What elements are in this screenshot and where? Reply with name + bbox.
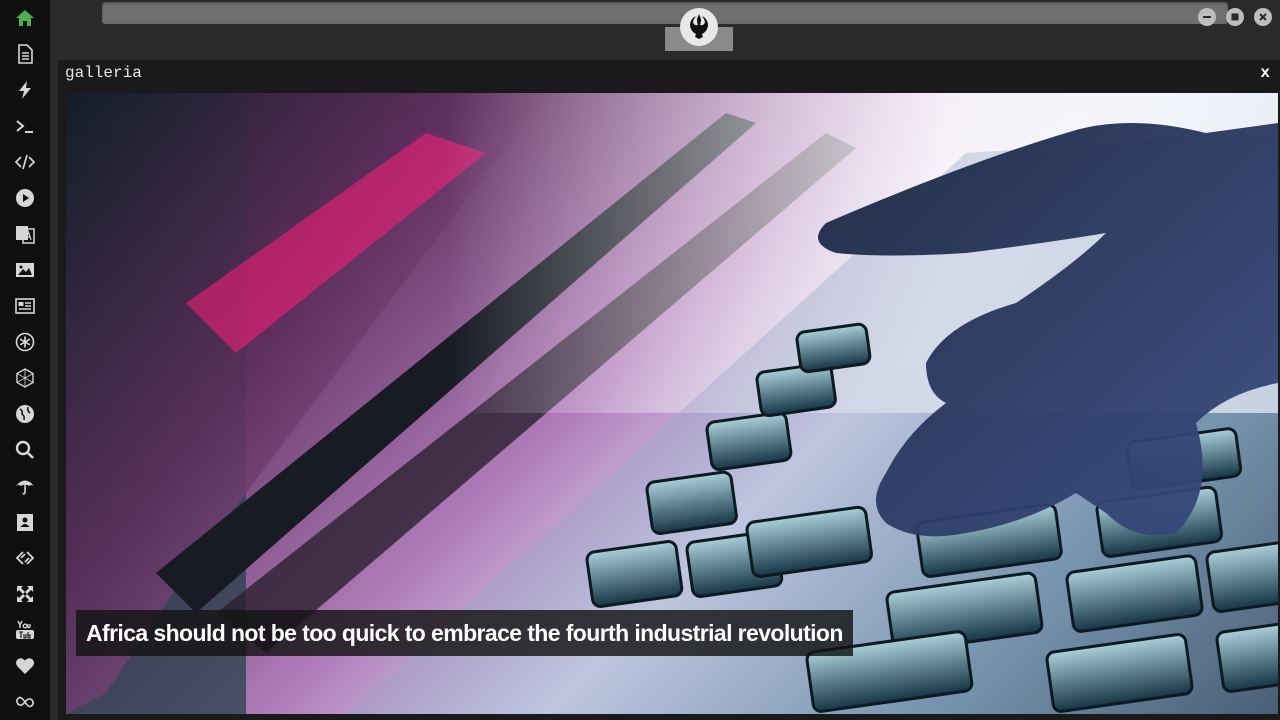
panel-title: galleria <box>65 64 142 82</box>
umbrella-icon[interactable] <box>13 474 37 498</box>
asterisk-icon[interactable] <box>13 330 37 354</box>
close-icon <box>1259 13 1267 21</box>
address-bar[interactable] <box>102 2 1228 24</box>
minimize-button[interactable] <box>1198 8 1216 26</box>
code-icon[interactable] <box>13 150 37 174</box>
contact-card-icon[interactable] <box>13 510 37 534</box>
close-window-button[interactable] <box>1254 8 1272 26</box>
expand-icon[interactable] <box>13 582 37 606</box>
search-icon[interactable] <box>13 438 37 462</box>
terminal-icon[interactable] <box>13 114 37 138</box>
maximize-icon <box>1231 13 1239 21</box>
image-icon[interactable] <box>13 258 37 282</box>
minimize-icon <box>1203 16 1211 18</box>
sidebar <box>0 0 50 720</box>
top-bar <box>50 0 1280 54</box>
galleria-panel: galleria x Africa should not be too quic… <box>58 60 1280 720</box>
lightning-icon[interactable] <box>13 78 37 102</box>
maximize-button[interactable] <box>1226 8 1244 26</box>
play-icon[interactable] <box>13 186 37 210</box>
home-icon[interactable] <box>13 6 37 30</box>
panel-close-button[interactable]: x <box>1260 64 1270 82</box>
infinity-icon[interactable] <box>13 690 37 714</box>
gallery-image[interactable]: Africa should not be too quick to embrac… <box>66 93 1278 714</box>
rebel-alliance-icon[interactable] <box>680 8 718 46</box>
globe-icon[interactable] <box>13 402 37 426</box>
hexagon-icon[interactable] <box>13 366 37 390</box>
image-caption: Africa should not be too quick to embrac… <box>76 610 853 656</box>
youtube-icon[interactable] <box>13 618 37 642</box>
heart-icon[interactable] <box>13 654 37 678</box>
translate-icon[interactable] <box>13 222 37 246</box>
newspaper-icon[interactable] <box>13 294 37 318</box>
document-icon[interactable] <box>13 42 37 66</box>
connect-icon[interactable] <box>13 546 37 570</box>
